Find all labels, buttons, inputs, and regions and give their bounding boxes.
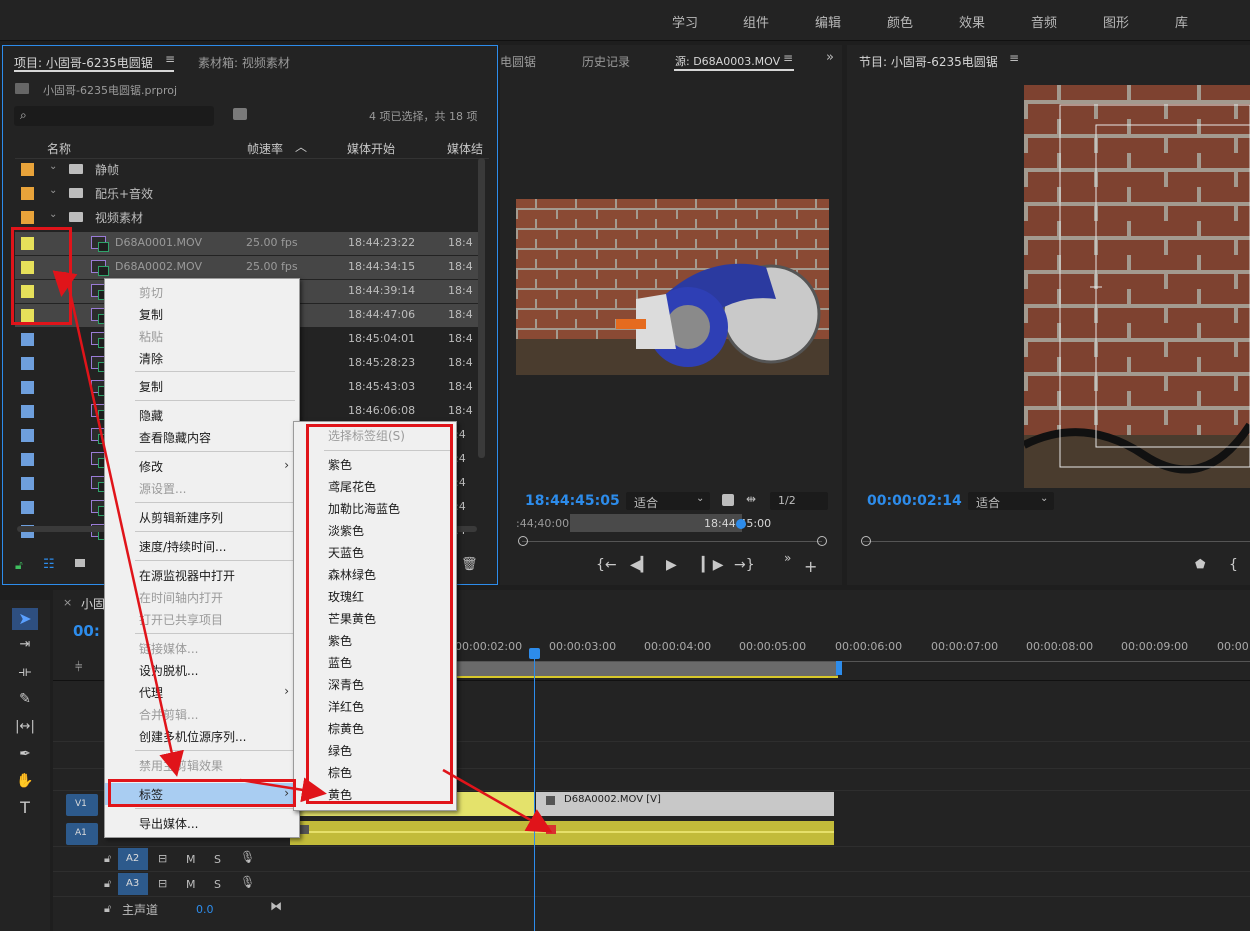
- arrow-small: [52, 270, 78, 297]
- annotation-arrows: [52, 270, 553, 833]
- arrow-to-label-menu: [66, 282, 184, 777]
- arrow-to-clip: [442, 768, 553, 833]
- arrow-to-yellow: [239, 777, 327, 803]
